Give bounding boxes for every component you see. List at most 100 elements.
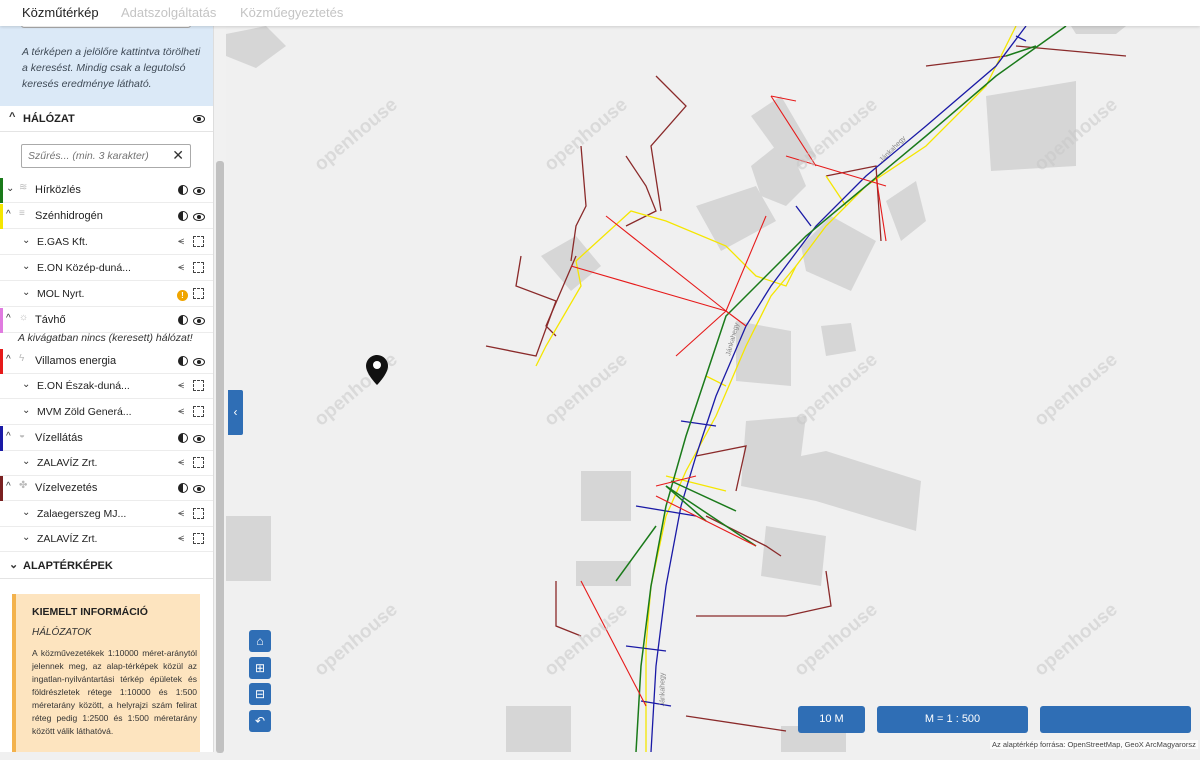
- share-icon[interactable]: ⪪: [178, 235, 184, 248]
- layer-zalaegerszeg[interactable]: ⌄ Zalaegerszeg MJ... ⪪: [0, 502, 213, 527]
- chevron-down-icon[interactable]: ⌄: [22, 405, 30, 416]
- chevron-up-icon[interactable]: ^: [6, 431, 11, 442]
- expand-icon[interactable]: [193, 262, 204, 273]
- basemaps-section-header[interactable]: ⌄ ALAPTÉRKÉPEK: [0, 553, 213, 579]
- scale-ratio-label: M = 1 : 500: [924, 713, 981, 725]
- zoom-out-button[interactable]: ⊟: [249, 683, 271, 705]
- close-icon[interactable]: ✕: [172, 147, 184, 164]
- expand-icon[interactable]: [193, 457, 204, 468]
- location-pin-icon[interactable]: [366, 355, 388, 385]
- home-button[interactable]: ⌂: [249, 630, 271, 652]
- map-canvas[interactable]: openhouse openhouse openhouse openhouse …: [226, 26, 1200, 752]
- chevron-down-icon[interactable]: ⌄: [22, 507, 30, 518]
- contrast-icon[interactable]: [178, 483, 188, 493]
- contrast-icon[interactable]: [178, 356, 188, 366]
- wifi-icon: ≋: [19, 182, 28, 193]
- expand-icon[interactable]: [193, 236, 204, 247]
- chevron-up-icon[interactable]: ^: [6, 354, 11, 365]
- sidebar-scrollbar[interactable]: [214, 26, 226, 753]
- chevron-down-icon[interactable]: ⌄: [6, 183, 14, 194]
- tab-adatszolgaltatas[interactable]: Adatszolgáltatás: [121, 5, 216, 20]
- share-icon[interactable]: ⪪: [178, 261, 184, 274]
- contrast-icon[interactable]: [178, 433, 188, 443]
- highlight-info-box: KIEMELT INFORMÁCIÓ HÁLÓZATOK A közműveze…: [12, 594, 200, 752]
- layer-label: Vízelvezetés: [35, 482, 98, 494]
- chevron-up-icon[interactable]: ^: [6, 209, 11, 220]
- coordinates-display[interactable]: EOV 481670,0 167453,4: [1040, 706, 1191, 752]
- layer-color-bar: [0, 349, 3, 374]
- eye-icon[interactable]: [193, 187, 205, 195]
- layer-label: Hírközlés: [35, 184, 81, 196]
- layer-eon-eszak[interactable]: ⌄ E.ON Észak-duná... ⪪: [0, 374, 213, 399]
- layer-tavho[interactable]: ^ ☼ Távhő: [0, 308, 213, 333]
- search-input[interactable]: [21, 26, 191, 28]
- chevron-down-icon[interactable]: ⌄: [22, 287, 30, 298]
- drop-icon: ◒: [19, 430, 26, 441]
- eye-icon[interactable]: [193, 115, 205, 123]
- warning-icon[interactable]: !: [177, 290, 188, 301]
- layer-vizelvezetes[interactable]: ^ ✤ Vízelvezetés: [0, 476, 213, 501]
- share-icon[interactable]: ⪪: [178, 405, 184, 418]
- layer-villamos[interactable]: ^ ϟ Villamos energia: [0, 349, 213, 374]
- layer-szenhidrogen[interactable]: ^ ≡ Szénhidrogén: [0, 204, 213, 229]
- network-section-header[interactable]: ^ HÁLÓZAT: [0, 106, 213, 132]
- filter-field: ✕: [21, 144, 191, 168]
- layer-zalaviz-1[interactable]: ⌄ ZALAVÍZ Zrt. ⪪: [0, 451, 213, 476]
- layer-label: E.GAS Kft.: [37, 236, 88, 248]
- back-button[interactable]: ↶: [249, 710, 271, 732]
- network-section-title: HÁLÓZAT: [23, 113, 75, 125]
- expand-icon[interactable]: [193, 380, 204, 391]
- share-icon[interactable]: ⪪: [178, 456, 184, 469]
- contrast-icon[interactable]: [178, 185, 188, 195]
- layer-color-bar: [0, 178, 3, 203]
- tab-kozmuegyeztetes[interactable]: Közműegyeztetés: [240, 5, 343, 20]
- scale-bar: 10 M: [798, 706, 865, 733]
- chevron-up-icon[interactable]: ^: [6, 481, 11, 492]
- layer-color-bar: [0, 476, 3, 501]
- contrast-icon[interactable]: [178, 211, 188, 221]
- expand-icon[interactable]: [193, 288, 204, 299]
- expand-icon[interactable]: [193, 406, 204, 417]
- collapse-sidebar-button[interactable]: ‹: [228, 390, 243, 435]
- chevron-down-icon[interactable]: ⌄: [22, 261, 30, 272]
- layer-label: Villamos energia: [35, 355, 117, 367]
- tab-kozmuterkep[interactable]: Közműtérkép: [22, 5, 99, 20]
- layer-eon-kozep[interactable]: ⌄ E.ON Közép-duná... ⪪: [0, 256, 213, 281]
- map-attribution: Az alaptérkép forrása: OpenStreetMap, Ge…: [990, 740, 1198, 749]
- eye-icon[interactable]: [193, 435, 205, 443]
- eye-icon[interactable]: [193, 358, 205, 366]
- layer-label: MOL Nyrt.: [37, 288, 85, 300]
- eye-icon[interactable]: [193, 485, 205, 493]
- layer-color-bar: [0, 204, 3, 229]
- filter-input[interactable]: [28, 148, 164, 164]
- layer-vizellatas[interactable]: ^ ◒ Vízellátás: [0, 426, 213, 451]
- pipe-icon: ≡: [19, 208, 25, 219]
- expand-icon[interactable]: [193, 533, 204, 544]
- scale-ratio-button[interactable]: M = 1 : 500: [877, 706, 1028, 733]
- share-icon[interactable]: ⪪: [178, 532, 184, 545]
- layer-mvm[interactable]: ⌄ MVM Zöld Generá... ⪪: [0, 400, 213, 425]
- basemaps-section-title: ALAPTÉRKÉPEK: [23, 560, 113, 572]
- layer-color-bar: [0, 426, 3, 451]
- chevron-down-icon[interactable]: ⌄: [22, 456, 30, 467]
- share-icon[interactable]: ⪪: [178, 379, 184, 392]
- scale-bar-label: 10 M: [819, 713, 844, 725]
- chevron-up-icon[interactable]: ^: [6, 313, 11, 324]
- expand-icon[interactable]: [193, 508, 204, 519]
- layer-label: ZALAVÍZ Zrt.: [37, 533, 98, 545]
- layer-mol[interactable]: ⌄ MOL Nyrt. !: [0, 282, 213, 307]
- scrollbar-thumb[interactable]: [216, 161, 224, 753]
- chevron-down-icon[interactable]: ⌄: [22, 379, 30, 390]
- layer-egas[interactable]: ⌄ E.GAS Kft. ⪪: [0, 230, 213, 255]
- no-network-text: A kivágatban nincs (keresett) hálózat!: [18, 332, 193, 344]
- chevron-down-icon[interactable]: ⌄: [22, 235, 30, 246]
- layer-hirkozles[interactable]: ⌄ ≋ Hírközlés: [0, 178, 213, 203]
- share-icon[interactable]: ⪪: [178, 507, 184, 520]
- eye-icon[interactable]: [193, 317, 205, 325]
- chevron-down-icon[interactable]: ⌄: [22, 532, 30, 543]
- layer-zalaviz-2[interactable]: ⌄ ZALAVÍZ Zrt. ⪪: [0, 527, 213, 552]
- eye-icon[interactable]: [193, 213, 205, 221]
- zoom-in-button[interactable]: ⊞: [249, 657, 271, 679]
- contrast-icon[interactable]: [178, 315, 188, 325]
- layer-label: E.ON Közép-duná...: [37, 262, 131, 274]
